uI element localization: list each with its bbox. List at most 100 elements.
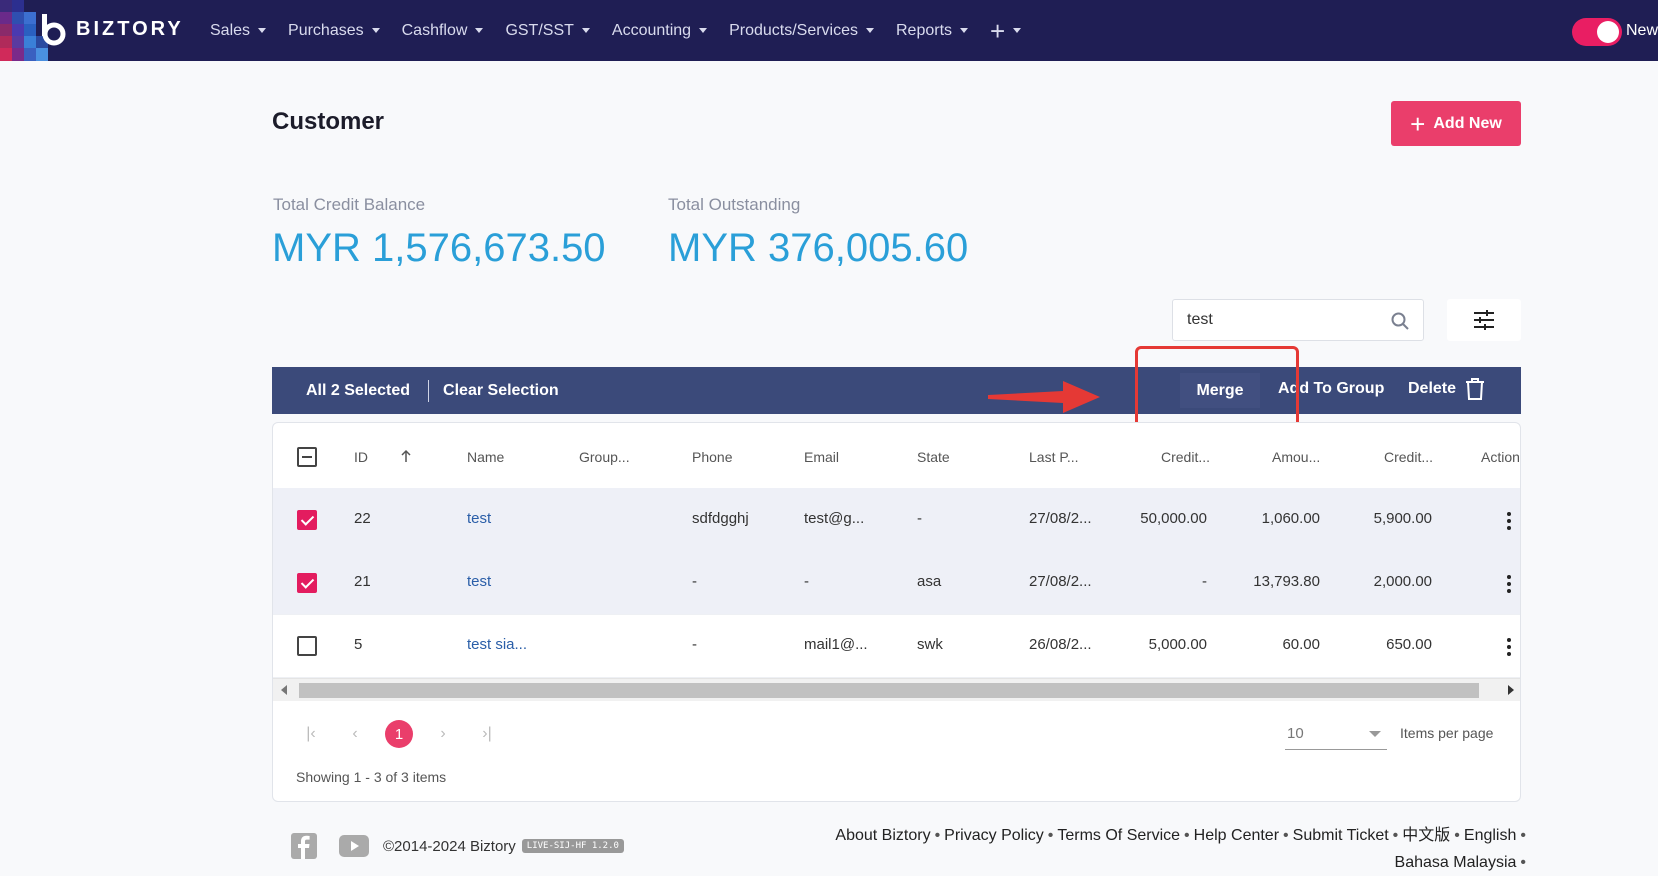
cell-last-payment: 26/08/2... <box>1029 636 1092 653</box>
cell-credit-limit: 50,000.00 <box>1140 510 1207 527</box>
separator: • <box>934 827 941 844</box>
cell-credit-balance: 5,900.00 <box>1373 510 1432 527</box>
chevron-down-icon <box>699 28 708 33</box>
biztory-logo[interactable]: BIZTORY <box>38 12 184 46</box>
cell-phone: - <box>692 636 697 653</box>
footer-link-terms[interactable]: Terms Of Service <box>1057 827 1180 844</box>
items-per-page-select[interactable]: 10 <box>1285 721 1387 750</box>
chevron-down-icon <box>960 28 969 33</box>
nav-quick-add[interactable]: + <box>990 18 1022 44</box>
chevron-down-icon <box>581 28 590 33</box>
last-page-icon[interactable]: ›| <box>473 720 501 748</box>
top-navbar: BIZTORY Sales Purchases Cashflow GST/SST… <box>0 0 1658 61</box>
scroll-left-icon[interactable] <box>281 685 287 695</box>
plus-icon: + <box>1410 108 1426 139</box>
first-page-icon[interactable]: |‹ <box>297 720 325 748</box>
biztory-logo-icon <box>42 14 66 46</box>
search-input[interactable] <box>1185 310 1379 330</box>
nav-cashflow-label: Cashflow <box>401 21 468 39</box>
total-credit-balance-label: Total Credit Balance <box>273 195 426 214</box>
cell-name-link[interactable]: test <box>467 510 491 527</box>
clear-selection-button[interactable]: Clear Selection <box>443 382 559 400</box>
new-ui-toggle[interactable] <box>1572 18 1622 46</box>
brand-name: BIZTORY <box>76 17 184 40</box>
cell-state: asa <box>917 573 942 590</box>
cell-name-link[interactable]: test sia... <box>467 636 527 653</box>
dropdown-arrow-icon <box>1369 731 1381 737</box>
row-actions-icon[interactable] <box>1507 512 1511 533</box>
row-actions-icon[interactable] <box>1507 575 1511 596</box>
items-per-page-value: 10 <box>1287 725 1304 742</box>
add-new-label: Add New <box>1433 114 1502 132</box>
sort-ascending-icon[interactable] <box>400 449 412 463</box>
sliders-icon <box>1474 310 1494 330</box>
footer-link-about[interactable]: About Biztory <box>835 827 930 844</box>
search-box <box>1172 299 1424 341</box>
cell-email: mail1@... <box>804 636 868 653</box>
showing-items-text: Showing 1 - 3 of 3 items <box>296 769 447 785</box>
footer-link-privacy[interactable]: Privacy Policy <box>944 827 1044 844</box>
youtube-icon[interactable] <box>339 835 369 857</box>
col-state[interactable]: State <box>917 449 950 465</box>
nav-reports[interactable]: Reports <box>896 22 969 40</box>
nav-sales[interactable]: Sales <box>210 22 267 40</box>
cell-id: 21 <box>354 573 371 590</box>
nav-purchases[interactable]: Purchases <box>288 22 380 40</box>
col-last-payment[interactable]: Last P... <box>1029 449 1079 465</box>
cell-name-link[interactable]: test <box>467 573 491 590</box>
row-actions-icon[interactable] <box>1507 638 1511 659</box>
cell-id: 5 <box>354 636 363 653</box>
chevron-down-icon <box>1013 28 1022 33</box>
chevron-down-icon <box>371 28 380 33</box>
col-amount[interactable]: Amou... <box>1272 449 1320 465</box>
search-icon[interactable] <box>1391 312 1409 330</box>
scroll-right-icon[interactable] <box>1508 685 1514 695</box>
col-name[interactable]: Name <box>467 449 504 465</box>
col-phone[interactable]: Phone <box>692 449 732 465</box>
nav-gst-sst[interactable]: GST/SST <box>505 22 590 40</box>
cell-state: - <box>917 510 922 527</box>
col-group[interactable]: Group... <box>579 449 630 465</box>
cell-phone: - <box>692 573 697 590</box>
col-email[interactable]: Email <box>804 449 839 465</box>
footer-link-malay[interactable]: Bahasa Malaysia <box>1395 854 1517 871</box>
nav-cashflow[interactable]: Cashflow <box>402 22 484 40</box>
table-row[interactable]: 22 test sdfdgghj test@g... - 27/08/2... … <box>273 488 1520 552</box>
separator: • <box>1520 827 1526 844</box>
col-credit-balance[interactable]: Credit... <box>1384 449 1433 465</box>
pagination: |‹ ‹ 1 › ›| <box>297 720 517 748</box>
nav-products-services[interactable]: Products/Services <box>729 22 874 40</box>
copyright-text: ©2014-2024 Biztory <box>383 837 516 855</box>
footer-link-english[interactable]: English <box>1464 827 1516 844</box>
separator: • <box>1520 854 1526 871</box>
cell-email: - <box>804 573 809 590</box>
chevron-down-icon <box>258 28 267 33</box>
nav-accounting[interactable]: Accounting <box>612 22 708 40</box>
horizontal-scrollbar[interactable] <box>273 678 1520 701</box>
facebook-icon[interactable] <box>291 833 317 859</box>
prev-page-icon[interactable]: ‹ <box>341 720 369 748</box>
nav-products-services-label: Products/Services <box>729 21 858 39</box>
table-row[interactable]: 21 test - - asa 27/08/2... - 13,793.80 2… <box>273 551 1520 615</box>
delete-button[interactable]: Delete <box>1408 377 1486 401</box>
chevron-down-icon <box>475 28 484 33</box>
separator: • <box>1184 827 1190 844</box>
col-id[interactable]: ID <box>354 449 368 465</box>
separator: • <box>1392 827 1399 844</box>
row-checkbox[interactable] <box>297 636 317 656</box>
row-checkbox[interactable] <box>297 573 317 593</box>
select-all-checkbox[interactable] <box>297 447 317 467</box>
add-new-button[interactable]: + Add New <box>1391 101 1521 146</box>
page-number-current[interactable]: 1 <box>385 720 413 748</box>
footer-link-help[interactable]: Help Center <box>1194 827 1279 844</box>
filter-button[interactable] <box>1447 299 1521 341</box>
footer-link-ticket[interactable]: Submit Ticket <box>1293 827 1389 844</box>
footer-link-chinese[interactable]: 中文版 <box>1402 827 1450 844</box>
scrollbar-thumb[interactable] <box>299 683 1479 698</box>
customer-table: ID Name Group... Phone Email State Last … <box>272 422 1521 802</box>
next-page-icon[interactable]: › <box>429 720 457 748</box>
row-checkbox[interactable] <box>297 510 317 530</box>
col-credit-limit[interactable]: Credit... <box>1161 449 1210 465</box>
footer-links: About Biztory • Privacy Policy • Terms Of Se… <box>830 822 1530 876</box>
table-row[interactable]: 5 test sia... - mail1@... swk 26/08/2...… <box>273 614 1520 678</box>
